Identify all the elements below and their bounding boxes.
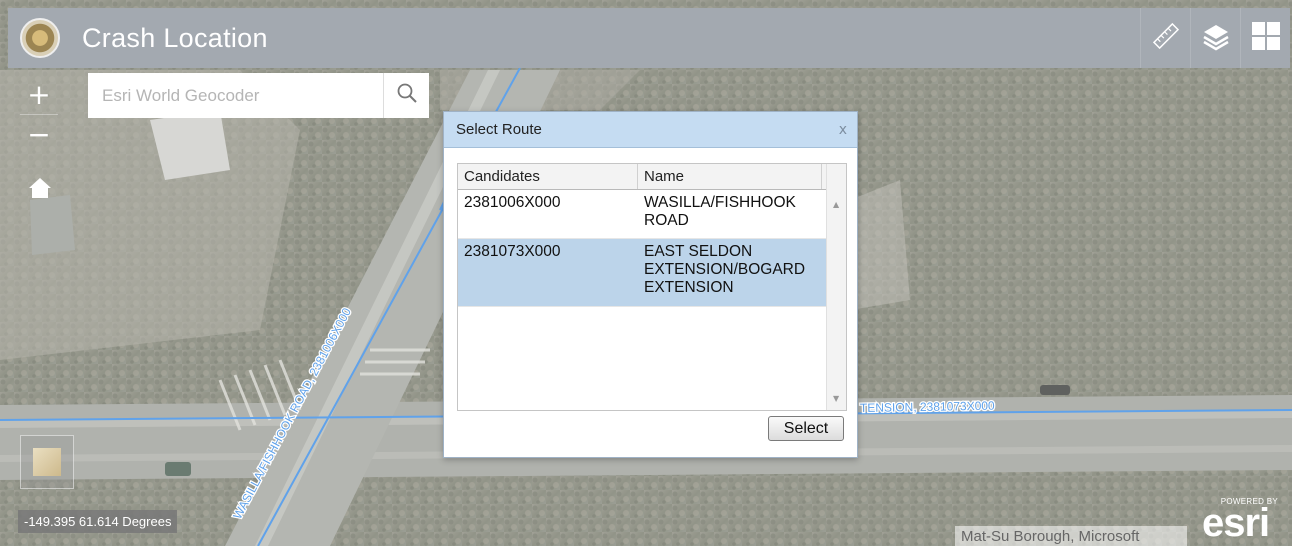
search-icon [396,82,418,109]
layers-icon [1201,21,1231,56]
app-header: Crash Location [8,8,1290,68]
home-icon [28,176,52,205]
basemap-thumbnail [33,448,61,476]
search-button[interactable] [383,73,429,118]
zoom-control: + − [20,74,58,154]
grid-scrollbar[interactable]: ▲ ▼ [826,164,846,410]
esri-logo[interactable]: POWERED BY esri [1196,497,1288,546]
name-line: ROAD [644,212,689,229]
layers-button[interactable] [1190,8,1240,68]
measure-icon [1151,21,1181,56]
column-header-candidates[interactable]: Candidates [458,164,638,189]
candidate-cell: 2381006X000 [464,194,561,211]
widget-grid-button[interactable] [1240,8,1290,68]
map-attribution: Mat-Su Borough, Microsoft [955,526,1187,546]
header-toolbar [1140,8,1290,68]
zoom-out-button[interactable]: − [20,114,58,154]
widget-grid-icon [1250,20,1282,57]
basemap-toggle-button[interactable] [20,435,74,489]
coordinate-readout: -149.395 61.614 Degrees [18,510,178,533]
dialog-titlebar[interactable]: Select Route x [444,112,857,148]
esri-wordmark: esri [1202,501,1270,545]
table-row[interactable]: 2381006X000 WASILLA/FISHHOOK ROAD [458,190,846,239]
search-input[interactable] [88,73,383,118]
name-line: EAST SELDON [644,243,753,260]
column-header-name[interactable]: Name [638,164,822,189]
name-cell: WASILLA/FISHHOOK ROAD [638,190,822,238]
geocoder-search [88,73,429,118]
select-route-dialog: Select Route x Candidates Name 2381006X0… [443,111,858,458]
name-line: EXTENSION/BOGARD [644,261,806,278]
zoom-in-button[interactable]: + [20,74,58,114]
close-icon[interactable]: x [839,122,847,138]
name-line: EXTENSION [644,279,734,296]
measure-button[interactable] [1140,8,1190,68]
name-line: WASILLA/FISHHOOK [644,194,796,211]
dialog-title: Select Route [456,121,542,138]
scroll-up-arrow-icon[interactable]: ▲ [833,200,839,209]
route-candidates-grid: Candidates Name 2381006X000 WASILLA/FISH… [457,163,847,411]
home-button[interactable] [22,172,58,208]
select-button[interactable]: Select [768,416,844,441]
scroll-down-arrow-icon[interactable]: ▼ [833,394,839,403]
candidate-cell: 2381073X000 [464,243,561,260]
name-cell: EAST SELDON EXTENSION/BOGARD EXTENSION [638,239,822,306]
table-row-selected[interactable]: 2381073X000 EAST SELDON EXTENSION/BOGARD… [458,239,846,307]
app-logo [20,18,60,58]
grid-header: Candidates Name [458,164,846,190]
app-title: Crash Location [82,22,268,53]
